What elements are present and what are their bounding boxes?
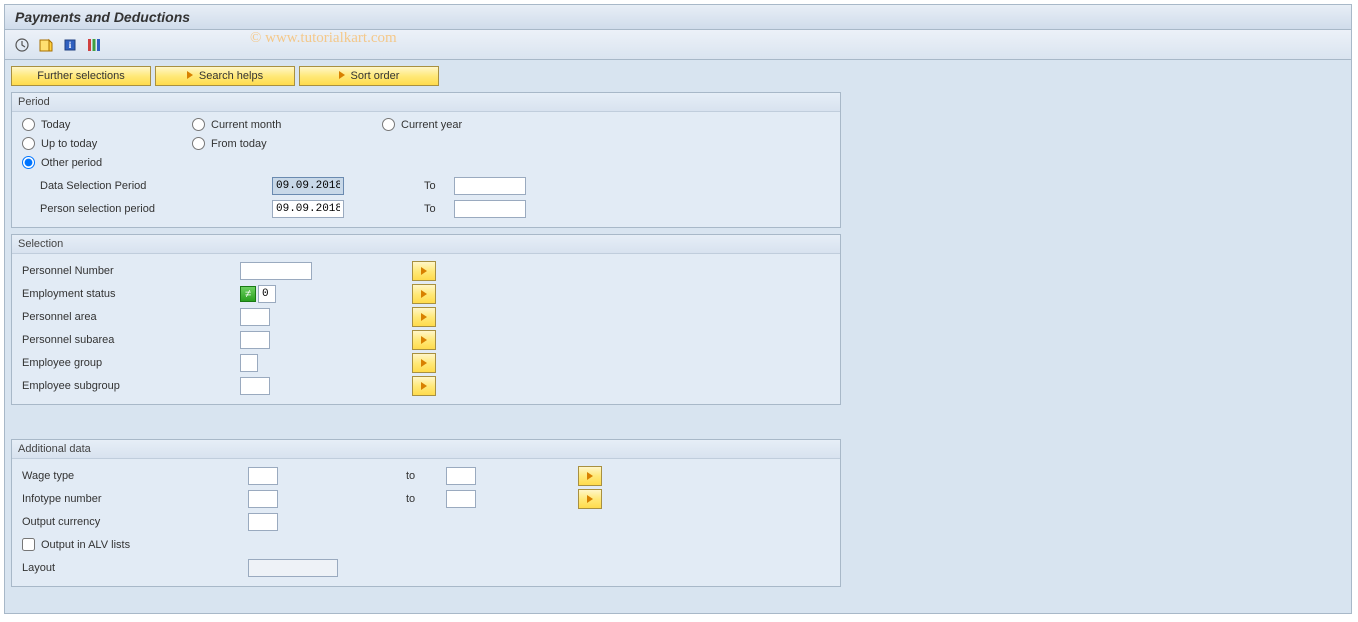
- selection-group: Selection Personnel Number Employment st…: [11, 234, 841, 405]
- radio-up-to-today-input[interactable]: [22, 137, 35, 150]
- search-helps-button[interactable]: Search helps: [155, 66, 295, 86]
- selection-button-row: Further selections Search helps Sort ord…: [11, 66, 1345, 86]
- arrow-right-icon: [587, 495, 593, 503]
- employee-subgroup-label: Employee subgroup: [22, 380, 240, 392]
- infotype-from-input[interactable]: [248, 490, 278, 508]
- arrow-right-icon: [587, 472, 593, 480]
- person-selection-to-input[interactable]: [454, 200, 526, 218]
- arrow-right-icon: [339, 70, 345, 82]
- selection-group-title: Selection: [12, 235, 840, 254]
- person-selection-period-label: Person selection period: [22, 203, 272, 215]
- output-alv-checkbox[interactable]: Output in ALV lists: [22, 538, 130, 551]
- personnel-area-multi-button[interactable]: [412, 307, 436, 327]
- radio-current-month[interactable]: Current month: [192, 118, 382, 131]
- period-group: Period Today Current month Current year: [11, 92, 841, 228]
- arrow-right-icon: [421, 290, 427, 298]
- radio-current-month-label: Current month: [211, 119, 281, 131]
- period-group-title: Period: [12, 93, 840, 112]
- personnel-subarea-multi-button[interactable]: [412, 330, 436, 350]
- sort-order-label: Sort order: [351, 70, 400, 82]
- infotype-number-label: Infotype number: [22, 493, 248, 505]
- personnel-number-label: Personnel Number: [22, 265, 240, 277]
- additional-data-title: Additional data: [12, 440, 840, 459]
- employment-status-input[interactable]: [258, 285, 276, 303]
- radio-current-month-input[interactable]: [192, 118, 205, 131]
- wage-type-to-input[interactable]: [446, 467, 476, 485]
- infotype-to-input[interactable]: [446, 490, 476, 508]
- search-helps-label: Search helps: [199, 70, 263, 82]
- additional-data-group: Additional data Wage type to Infotype nu…: [11, 439, 841, 587]
- layout-input[interactable]: [248, 559, 338, 577]
- output-currency-label: Output currency: [22, 516, 248, 528]
- personnel-number-input[interactable]: [240, 262, 312, 280]
- personnel-area-input[interactable]: [240, 308, 270, 326]
- wage-type-to-label: to: [406, 470, 446, 482]
- further-selections-button[interactable]: Further selections: [11, 66, 151, 86]
- employee-group-label: Employee group: [22, 357, 240, 369]
- employee-group-multi-button[interactable]: [412, 353, 436, 373]
- person-selection-from-input[interactable]: [272, 200, 344, 218]
- arrow-right-icon: [421, 267, 427, 275]
- arrow-right-icon: [421, 336, 427, 344]
- get-variant-icon[interactable]: [37, 36, 55, 54]
- radio-current-year[interactable]: Current year: [382, 118, 552, 131]
- radio-from-today-label: From today: [211, 138, 267, 150]
- output-alv-checkbox-input[interactable]: [22, 538, 35, 551]
- data-selection-to-input[interactable]: [454, 177, 526, 195]
- arrow-right-icon: [421, 382, 427, 390]
- data-selection-to-label: To: [424, 180, 454, 192]
- info-icon[interactable]: i: [61, 36, 79, 54]
- arrow-right-icon: [421, 359, 427, 367]
- radio-current-year-label: Current year: [401, 119, 462, 131]
- radio-other-period-input[interactable]: [22, 156, 35, 169]
- execute-icon[interactable]: [13, 36, 31, 54]
- personnel-number-multi-button[interactable]: [412, 261, 436, 281]
- radio-today-input[interactable]: [22, 118, 35, 131]
- radio-up-to-today[interactable]: Up to today: [22, 137, 192, 150]
- layout-label: Layout: [22, 562, 248, 574]
- personnel-area-label: Personnel area: [22, 311, 240, 323]
- arrow-right-icon: [421, 313, 427, 321]
- radio-from-today[interactable]: From today: [192, 137, 382, 150]
- wage-type-label: Wage type: [22, 470, 248, 482]
- data-selection-period-label: Data Selection Period: [22, 180, 272, 192]
- employment-status-multi-button[interactable]: [412, 284, 436, 304]
- radio-other-period[interactable]: Other period: [22, 156, 192, 169]
- output-currency-input[interactable]: [248, 513, 278, 531]
- radio-current-year-input[interactable]: [382, 118, 395, 131]
- page-title: Payments and Deductions: [5, 5, 1351, 30]
- personnel-subarea-input[interactable]: [240, 331, 270, 349]
- sort-order-button[interactable]: Sort order: [299, 66, 439, 86]
- employee-subgroup-multi-button[interactable]: [412, 376, 436, 396]
- toolbar: i: [5, 30, 1351, 60]
- radio-today-label: Today: [41, 119, 70, 131]
- arrow-right-icon: [187, 70, 193, 82]
- infotype-multi-button[interactable]: [578, 489, 602, 509]
- employee-group-input[interactable]: [240, 354, 258, 372]
- radio-other-period-label: Other period: [41, 157, 102, 169]
- radio-today[interactable]: Today: [22, 118, 192, 131]
- wage-type-from-input[interactable]: [248, 467, 278, 485]
- org-structure-icon[interactable]: [85, 36, 103, 54]
- radio-up-to-today-label: Up to today: [41, 138, 97, 150]
- not-equal-icon[interactable]: ≠: [240, 286, 256, 302]
- radio-from-today-input[interactable]: [192, 137, 205, 150]
- output-alv-label: Output in ALV lists: [41, 539, 130, 551]
- data-selection-from-input[interactable]: [272, 177, 344, 195]
- wage-type-multi-button[interactable]: [578, 466, 602, 486]
- infotype-to-label: to: [406, 493, 446, 505]
- person-selection-to-label: To: [424, 203, 454, 215]
- employment-status-label: Employment status: [22, 288, 240, 300]
- employee-subgroup-input[interactable]: [240, 377, 270, 395]
- personnel-subarea-label: Personnel subarea: [22, 334, 240, 346]
